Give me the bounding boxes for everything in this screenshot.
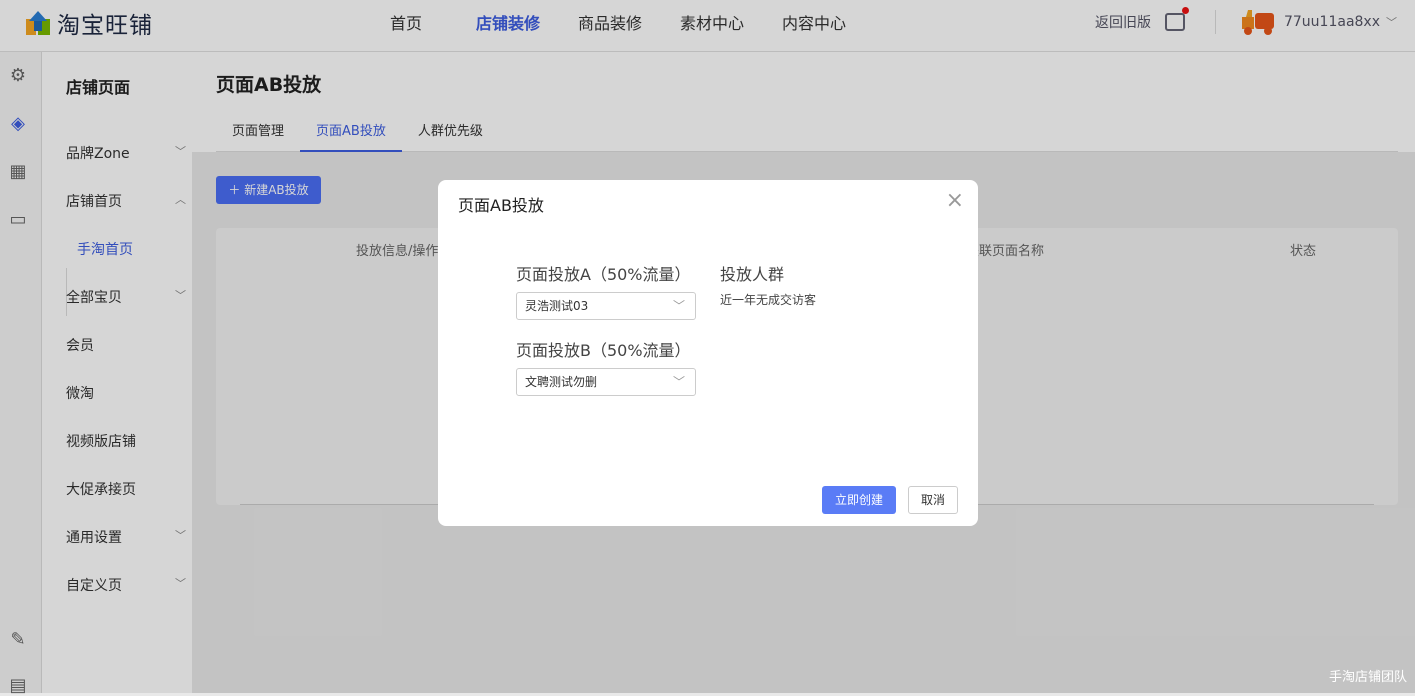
audience-label: 投放人群	[720, 265, 785, 284]
label-page-b: 页面投放B（50%流量）	[516, 341, 691, 360]
chevron-down-icon: ﹀	[672, 375, 685, 389]
watermark: 手淘店铺团队	[1328, 670, 1407, 685]
chevron-down-icon: ﹀	[672, 299, 685, 313]
page-b-select[interactable]: 文聘测试勿删 ﹀	[516, 368, 696, 396]
label-page-a: 页面投放A（50%流量）	[516, 265, 691, 284]
select-value: 灵浩测试03	[525, 299, 589, 313]
cancel-button[interactable]: 取消	[908, 486, 958, 514]
audience-value: 近一年无成交访客	[720, 293, 817, 307]
page-a-select[interactable]: 灵浩测试03 ﹀	[516, 292, 696, 320]
ab-dialog: 页面AB投放 × 页面投放A（50%流量） 灵浩测试03 ﹀ 页面投放B（50%流…	[438, 180, 978, 526]
select-value: 文聘测试勿删	[525, 375, 598, 389]
dialog-title: 页面AB投放	[458, 196, 544, 215]
close-icon[interactable]: ×	[946, 188, 964, 213]
create-button[interactable]: 立即创建	[822, 486, 896, 514]
